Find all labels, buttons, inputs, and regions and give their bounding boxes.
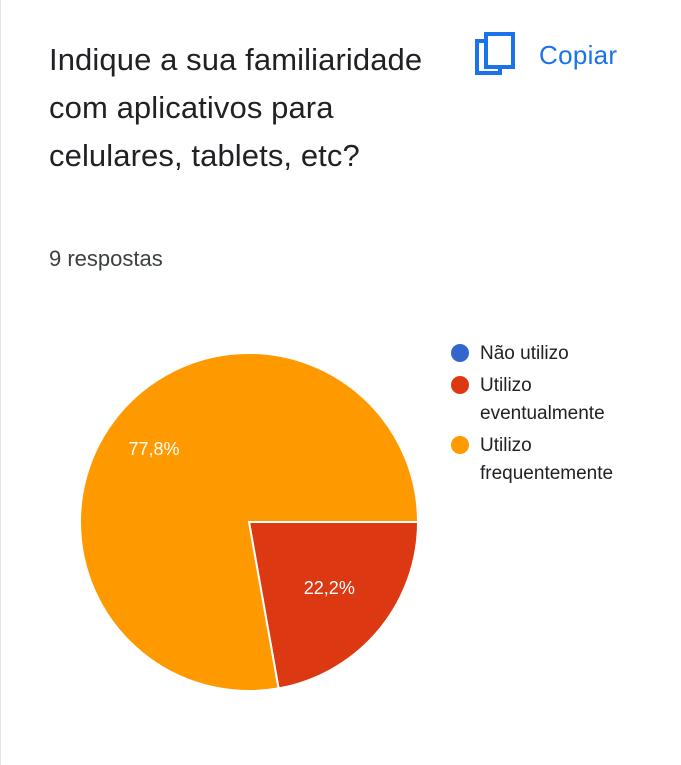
legend-label: Utilizo eventualmente [480,375,605,424]
legend-item-1[interactable]: Não utilizo [451,340,671,368]
pie-data-label-3: 77,8% [128,439,179,459]
chart-legend: Não utilizo Utilizo eventualmente Utilizo … [451,340,671,492]
legend-label: Utilizo frequentemente [480,435,614,484]
legend-label: Não utilizo [480,343,569,364]
legend-item-2[interactable]: Utilizo eventualmente [451,372,671,428]
pie-data-label-2: 22,2% [304,578,355,598]
legend-swatch [451,344,469,362]
legend-swatch [451,436,469,454]
legend-item-3[interactable]: Utilizo frequentemente [451,432,671,488]
question-card: Indique a sua familiaridade com aplicati… [0,0,681,765]
legend-swatch [451,376,469,394]
